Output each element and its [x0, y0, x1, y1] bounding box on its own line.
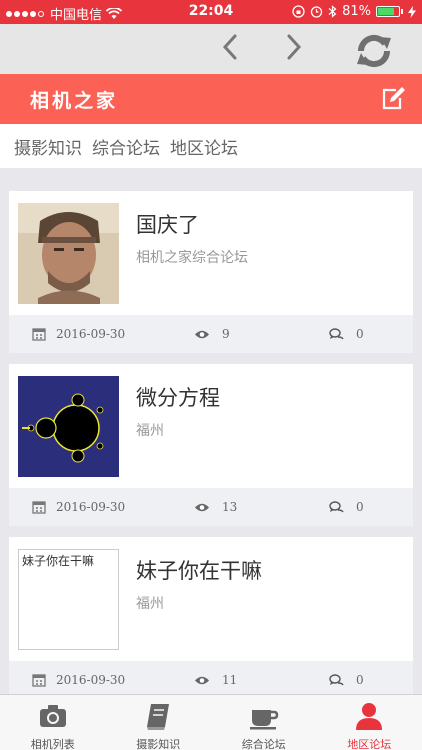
chevron-left-icon — [222, 34, 237, 60]
eye-icon — [195, 330, 209, 338]
status-bar: 中国电信 22:04 81% — [0, 0, 422, 24]
comment-count: 0 — [356, 500, 364, 514]
calendar-icon — [32, 328, 46, 341]
post-date: 2016-09-30 — [56, 500, 126, 514]
tab-label: 地区论坛 — [347, 738, 392, 750]
comments-icon — [329, 327, 344, 339]
forward-button[interactable] — [276, 32, 312, 66]
camera-icon — [39, 705, 66, 727]
tab-general-forum[interactable]: 综合论坛 — [211, 695, 317, 750]
eye-icon — [195, 503, 209, 511]
category-regional-forum[interactable]: 地区论坛 — [170, 134, 238, 159]
chevron-right-icon — [287, 34, 302, 60]
alarm-icon — [310, 6, 323, 18]
view-count: 9 — [222, 327, 230, 341]
post-card[interactable]: 国庆了 相机之家综合论坛 2016-09-30 9 0 — [9, 191, 413, 353]
post-thumbnail — [18, 203, 119, 304]
category-general-forum[interactable]: 综合论坛 — [92, 134, 160, 159]
comment-count: 0 — [356, 327, 364, 341]
compose-button[interactable] — [380, 86, 408, 112]
post-meta: 2016-09-30 9 0 — [9, 315, 413, 353]
edit-icon — [382, 87, 405, 110]
post-forum: 相机之家综合论坛 — [136, 250, 248, 266]
post-title: 国庆了 — [136, 213, 199, 237]
bottom-tab-bar: 相机列表 摄影知识 综合论坛 地区论坛 — [0, 694, 422, 750]
post-card[interactable]: 微分方程 福州 2016-09-30 13 0 — [9, 364, 413, 526]
battery-percent: 81% — [342, 4, 371, 19]
app-header: 相机之家 — [0, 74, 422, 124]
refresh-icon — [357, 34, 391, 68]
calendar-icon — [32, 501, 46, 514]
post-thumbnail: 妹子你在干嘛 — [18, 549, 119, 650]
user-icon — [356, 703, 383, 730]
charging-icon — [408, 5, 416, 18]
post-date: 2016-09-30 — [56, 327, 126, 341]
back-button[interactable] — [212, 32, 248, 66]
tab-camera-list[interactable]: 相机列表 — [0, 695, 106, 750]
eye-icon — [195, 676, 209, 684]
coffee-cup-icon — [249, 710, 279, 730]
tab-label: 摄影知识 — [136, 738, 181, 750]
comments-icon — [329, 673, 344, 685]
tab-label: 相机列表 — [30, 738, 75, 750]
post-meta: 2016-09-30 13 0 — [9, 488, 413, 526]
orientation-lock-icon — [292, 5, 305, 18]
post-title: 微分方程 — [136, 386, 220, 410]
book-icon — [147, 704, 170, 730]
battery-icon — [376, 6, 400, 17]
post-thumbnail — [18, 376, 119, 477]
post-card[interactable]: 妹子你在干嘛 妹子你在干嘛 福州 2016-09-30 11 0 — [9, 537, 413, 699]
comment-count: 0 — [356, 673, 364, 687]
view-count: 11 — [222, 673, 238, 687]
view-count: 13 — [222, 500, 238, 514]
tab-regional-forum[interactable]: 地区论坛 — [317, 695, 422, 750]
comments-icon — [329, 500, 344, 512]
browser-toolbar — [0, 24, 422, 74]
category-bar: 摄影知识 综合论坛 地区论坛 — [0, 124, 422, 168]
category-photo-knowledge[interactable]: 摄影知识 — [14, 134, 82, 159]
calendar-icon — [32, 674, 46, 687]
refresh-button[interactable] — [352, 32, 396, 68]
tab-label: 综合论坛 — [241, 738, 286, 750]
tab-photo-knowledge[interactable]: 摄影知识 — [106, 695, 212, 750]
post-title: 妹子你在干嘛 — [136, 559, 262, 583]
post-date: 2016-09-30 — [56, 673, 126, 687]
post-forum: 福州 — [136, 423, 164, 439]
bluetooth-icon — [328, 5, 337, 18]
app-title: 相机之家 — [30, 90, 119, 112]
post-forum: 福州 — [136, 596, 164, 612]
